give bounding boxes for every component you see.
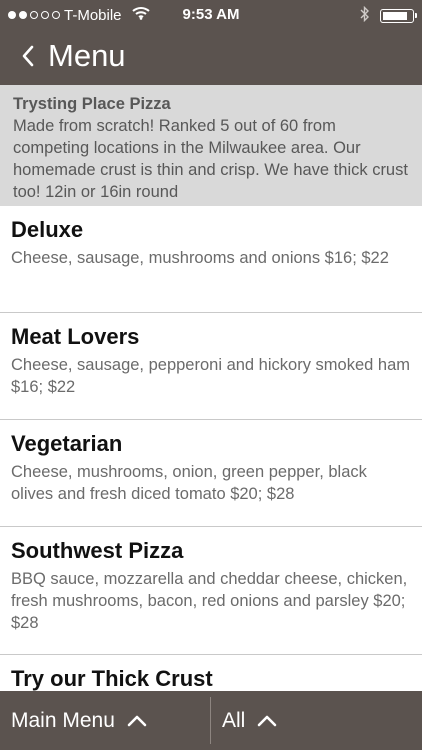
menu-list: Deluxe Cheese, sausage, mushrooms and on…	[0, 206, 422, 735]
restaurant-description: Made from scratch! Ranked 5 out of 60 fr…	[13, 117, 408, 201]
restaurant-intro: Trysting Place Pizza Made from scratch! …	[0, 85, 422, 206]
back-button[interactable]: Menu	[22, 38, 126, 74]
toolbar-divider	[210, 697, 211, 744]
bluetooth-icon	[360, 5, 370, 26]
page-title: Menu	[48, 38, 126, 73]
bottom-toolbar: Main Menu All	[0, 691, 422, 750]
list-item[interactable]: Meat Lovers Cheese, sausage, pepperoni a…	[0, 313, 422, 420]
chevron-left-icon	[22, 45, 34, 67]
item-title: Southwest Pizza	[11, 538, 184, 563]
list-item[interactable]: Deluxe Cheese, sausage, mushrooms and on…	[0, 206, 422, 313]
item-description: Cheese, sausage, pepperoni and hickory s…	[11, 356, 410, 396]
main-menu-label: Main Menu	[11, 708, 115, 732]
battery-icon	[380, 9, 417, 23]
all-filter-button[interactable]: All	[222, 691, 277, 750]
chevron-up-icon	[257, 709, 277, 733]
item-description: Cheese, mushrooms, onion, green pepper, …	[11, 463, 367, 503]
item-title: Try our Thick Crust	[11, 666, 213, 691]
header: T-Mobile 9:53 AM Menu	[0, 0, 422, 85]
status-time: 9:53 AM	[182, 6, 240, 23]
main-menu-button[interactable]: Main Menu	[11, 691, 147, 750]
restaurant-name: Trysting Place Pizza	[13, 95, 171, 113]
status-bar: T-Mobile 9:53 AM	[0, 0, 422, 30]
nav-bar: Menu	[0, 30, 422, 85]
item-title: Meat Lovers	[11, 324, 140, 349]
item-title: Vegetarian	[11, 431, 123, 456]
chevron-up-icon	[127, 709, 147, 733]
item-description: BBQ sauce, mozzarella and cheddar cheese…	[11, 570, 408, 632]
item-title: Deluxe	[11, 217, 84, 242]
item-description: Cheese, sausage, mushrooms and onions $1…	[11, 249, 389, 267]
all-label: All	[222, 708, 246, 732]
status-right	[360, 5, 417, 26]
list-item[interactable]: Vegetarian Cheese, mushrooms, onion, gre…	[0, 420, 422, 527]
list-item[interactable]: Southwest Pizza BBQ sauce, mozzarella an…	[0, 527, 422, 655]
